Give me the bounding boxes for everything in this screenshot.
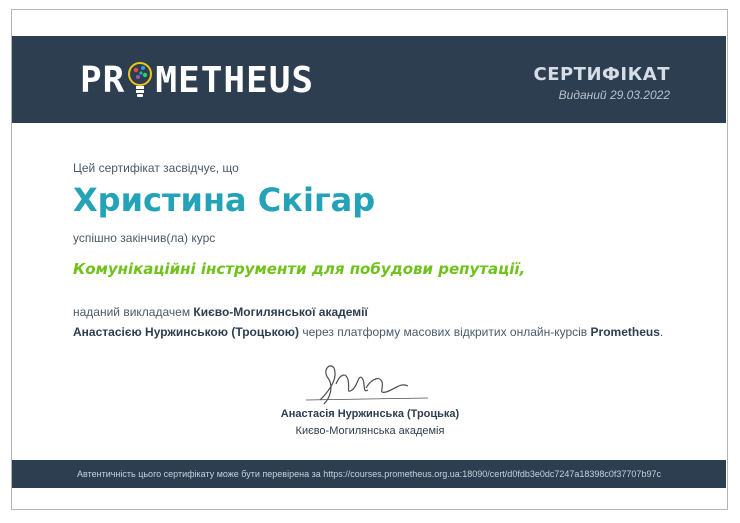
certificate-title: СЕРТИФІКАТ — [533, 64, 670, 85]
instructor-line-1: наданий викладачем Києво-Могилянської ак… — [73, 305, 368, 319]
taught-prefix: наданий викладачем — [73, 305, 194, 319]
verification-footer: Автентичність цього сертифікату може бут… — [12, 460, 726, 488]
completed-text: успішно закінчив(ла) курс — [73, 231, 216, 245]
lightbulb-icon — [128, 62, 153, 97]
instructor-line-2: Анастасією Нуржинською (Троцькою) через … — [73, 325, 663, 339]
logo-text-right: METHEUS — [155, 59, 315, 101]
handwritten-signature — [305, 365, 429, 405]
signatory-organization: Києво-Могилянська академія — [295, 425, 445, 437]
course-title: Комунікаційні інструменти для побудови р… — [73, 260, 526, 278]
logo-text-left: PR — [80, 59, 126, 101]
instructor-name: Анастасією Нуржинською (Троцькою) — [73, 325, 300, 339]
student-name: Христина Скігар — [73, 181, 376, 219]
certificate-header: PR METHEUS СЕРТИФІКАТ Виданий 29.03.2022 — [12, 36, 726, 123]
sentence-period: . — [659, 325, 664, 339]
signatory-name: Анастасія Нуржинська (Троцька) — [280, 408, 460, 420]
prometheus-logo: PR METHEUS — [80, 58, 314, 102]
institution-name: Києво-Могилянської академії — [193, 305, 368, 319]
issued-date: Виданий 29.03.2022 — [558, 88, 670, 102]
verification-text: Автентичність цього сертифікату може бут… — [77, 469, 661, 479]
intro-text: Цей сертифікат засвідчує, що — [73, 161, 239, 175]
platform-text: через платформу масових відкритих онлайн… — [299, 325, 591, 339]
platform-name: Prometheus — [590, 325, 660, 339]
